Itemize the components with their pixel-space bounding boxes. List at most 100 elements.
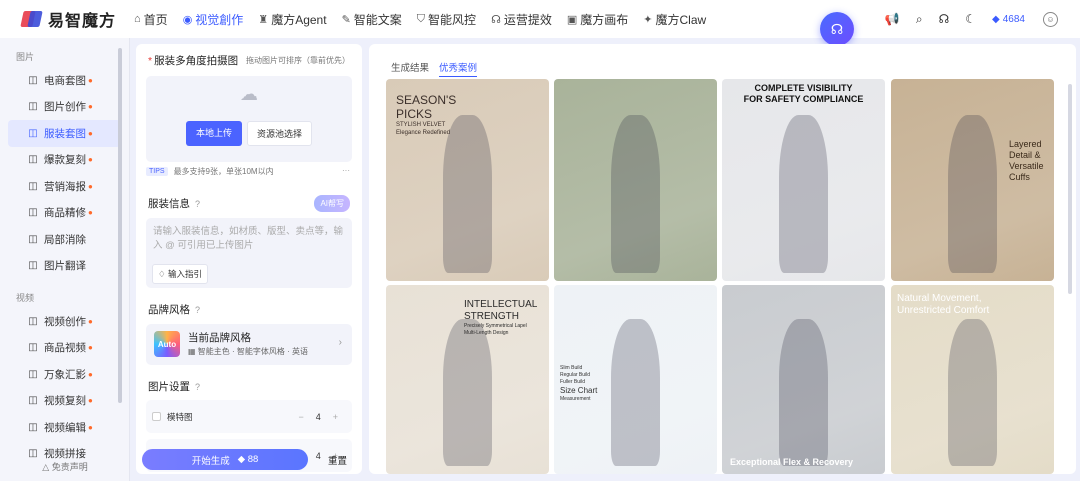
tool-icon: ◫ xyxy=(28,233,38,245)
sidebar-item-image_items-5[interactable]: ◫ 商品精修 ● xyxy=(8,200,121,227)
sidebar-item-video_items-2[interactable]: ◫ 万象汇影 ● xyxy=(8,361,121,388)
sidebar-item-image_items-2[interactable]: ◫ 服装套图 ● xyxy=(8,120,121,147)
more-icon[interactable]: ··· xyxy=(342,166,350,175)
disclaimer-link[interactable]: △ 免责声明 xyxy=(0,460,130,473)
card-text-line: COMPLETE VISIBILITY xyxy=(754,83,853,93)
image-section-label: 图片 xyxy=(16,52,35,62)
flex-recovery-card[interactable]: Exceptional Flex & Recovery xyxy=(722,285,885,474)
reset-button[interactable]: 重置 xyxy=(328,453,347,467)
sidebar-item-image_items-6[interactable]: ◫ 局部消除 xyxy=(8,226,121,253)
sidebar-scrollbar[interactable] xyxy=(118,48,122,403)
nav-item-label: 智能文案 xyxy=(353,12,402,27)
headphones-icon[interactable]: ☊ xyxy=(939,12,950,26)
brand-style-label: 品牌风格? xyxy=(148,304,201,316)
customer-service-button[interactable]: ☊ xyxy=(820,12,854,46)
card-text-line: Exceptional Flex & Recovery xyxy=(730,457,854,467)
headset-icon: ☊ xyxy=(491,13,501,26)
card-text-line: Detail & xyxy=(1009,150,1041,160)
fire-icon: ● xyxy=(88,102,93,112)
sidebar-item-video_items-1[interactable]: ◫ 商品视频 ● xyxy=(8,335,121,362)
nav-item-3[interactable]: ✎ 智能文案 xyxy=(342,11,402,28)
asset-pool-button[interactable]: 资源池选择 xyxy=(247,121,313,146)
nav-item-1[interactable]: ◉ 视觉創作 xyxy=(183,11,244,28)
card-text-line: Natural Movement, xyxy=(897,293,982,304)
card-text-line: Fuller Build xyxy=(560,379,586,385)
tips-badge: TIPS xyxy=(146,167,168,176)
quantity-stepper[interactable]: − 4 + xyxy=(292,400,344,433)
tab-0[interactable]: 生成结果 xyxy=(391,60,429,77)
search-icon[interactable]: ⌕ xyxy=(916,12,923,27)
sidebar-item-label: 视频创作 xyxy=(44,315,86,328)
input-guide-button[interactable]: ♢ 输入指引 xyxy=(152,264,208,284)
nav-item-4[interactable]: ⛉ 智能风控 xyxy=(417,11,476,28)
tool-icon: ◫ xyxy=(28,180,38,192)
card-text-line: Slim Build xyxy=(560,365,583,371)
moon-icon[interactable]: ☾ xyxy=(965,12,976,26)
sidebar-item-label: 营销海报 xyxy=(44,180,86,193)
sidebar-item-label: 商品精修 xyxy=(44,207,86,220)
results-scrollbar[interactable] xyxy=(1068,84,1072,294)
fire-icon: ● xyxy=(88,128,93,138)
sidebar-item-video_items-3[interactable]: ◫ 视频复刻 ● xyxy=(8,388,121,415)
ai-write-button[interactable]: AI帮写 xyxy=(314,195,350,212)
card-text-line: Layered xyxy=(1009,139,1042,149)
video-tools-list: ◫ 视频创作 ● ◫ 商品视频 ● ◫ 万象汇影 ● ◫ 视频复刻 ● ◫ 视频编辑 ● ◫ 视频拼接 xyxy=(0,308,129,467)
card-caption: INTELLECTUAL STRENGTH Precisely Symmetrica… xyxy=(464,299,537,337)
credits-balance[interactable]: ◆ 4684 xyxy=(992,14,1025,25)
tips-row: TIPS 最多支持9张，单张10M以内 ··· xyxy=(146,166,352,177)
polo-size-chart-card[interactable]: Slim Build Regular Build Fuller Build Size … xyxy=(554,285,717,474)
card-caption: Natural Movement, Unrestricted Comfort xyxy=(897,293,989,317)
sidebar-item-image_items-7[interactable]: ◫ 图片翻译 xyxy=(8,253,121,280)
robot-icon: ♜ xyxy=(258,13,269,26)
nav-item-5[interactable]: ☊ 运营提效 xyxy=(491,11,552,28)
card-text-line: Precisely Symmetrical Lapel xyxy=(464,323,527,329)
nav-item-7[interactable]: ✦ 魔方Claw xyxy=(643,11,706,28)
fire-icon: ● xyxy=(88,208,93,218)
tool-icon: ◫ xyxy=(28,368,38,380)
upload-dropzone[interactable]: ☁ 本地上传 资源池选择 xyxy=(146,76,352,162)
generate-button[interactable]: 开始生成 ◆ 88 xyxy=(142,449,308,470)
fire-icon: ● xyxy=(88,369,93,379)
main-nav: ⌂ 首页 ◉ 视觉創作 ♜ 魔方Agent ✎ 智能文案 ⛉ 智能风控 ☊ 运营提效 ▣ 魔方画布 ✦ 魔方C… xyxy=(134,11,721,28)
user-avatar[interactable]: ☺ xyxy=(1043,11,1058,27)
fire-icon: ● xyxy=(88,75,93,85)
help-icon: ? xyxy=(195,304,201,315)
plus-icon[interactable]: + xyxy=(333,412,338,422)
plaid-shirt-card[interactable]: Layered Detail & Versatile Cuffs xyxy=(891,79,1054,281)
card-caption: SEASON'S PICKS STYLISH VELVET Elegance Rede… xyxy=(396,93,456,137)
gem-icon: ◆ xyxy=(992,13,1000,25)
card-text-line: FOR SAFETY COMPLIANCE xyxy=(743,94,864,104)
tab-1[interactable]: 优秀案例 xyxy=(439,60,478,77)
sidebar-item-image_items-4[interactable]: ◫ 营销海报 ● xyxy=(8,173,121,200)
natural-movement-card[interactable]: Natural Movement, Unrestricted Comfort xyxy=(891,285,1054,474)
card-text-line: PICKS xyxy=(396,107,433,121)
seasons-picks-card[interactable]: SEASON'S PICKS STYLISH VELVET Elegance Rede… xyxy=(386,79,549,281)
megaphone-icon[interactable]: 📢 xyxy=(885,12,900,26)
tool-icon: ◫ xyxy=(28,395,38,407)
sidebar-item-image_items-1[interactable]: ◫ 图片创作 ● xyxy=(8,94,121,121)
nav-item-0[interactable]: ⌂ 首页 xyxy=(134,11,168,28)
sidebar-item-image_items-0[interactable]: ◫ 电商套图 ● xyxy=(8,67,121,94)
clothing-info-input[interactable]: 请输入服装信息，如材质、版型、卖点等，输入 @ 可引用已上传图片 ♢ 输入指引 xyxy=(146,218,352,288)
minus-icon[interactable]: − xyxy=(298,412,303,422)
credits-value: 4684 xyxy=(1002,13,1025,25)
sidebar-item-video_items-4[interactable]: ◫ 视频编辑 ● xyxy=(8,414,121,441)
brand-logo[interactable]: 易智魔方 xyxy=(20,7,116,31)
brand-style-selector[interactable]: Auto 当前品牌风格 ▦ 智能主色 · 智能字体风格 · 英语 › xyxy=(146,324,352,365)
sidebar-item-label: 爆款复刻 xyxy=(44,154,86,167)
fire-icon: ● xyxy=(88,343,93,353)
upload-title: * 服装多角度拍摄图 xyxy=(148,55,239,67)
nav-item-6[interactable]: ▣ 魔方画布 xyxy=(567,11,628,28)
top-navigation-bar: 易智魔方 ⌂ 首页 ◉ 视觉創作 ♜ 魔方Agent ✎ 智能文案 ⛉ 智能风控 ☊ 运营提效 ▣ 魔方画… xyxy=(0,0,1080,38)
sidebar-item-video_items-0[interactable]: ◫ 视频创作 ● xyxy=(8,308,121,335)
tool-icon: ◫ xyxy=(28,448,38,460)
card-text-line: Regular Build xyxy=(560,372,591,378)
festival-denim-card[interactable] xyxy=(554,79,717,281)
card-text-line: Multi-Length Design xyxy=(464,330,509,336)
safety-compliance-card[interactable]: COMPLETE VISIBILITY FOR SAFETY COMPLIANCE xyxy=(722,79,885,281)
intellectual-strength-card[interactable]: INTELLECTUAL STRENGTH Precisely Symmetrica… xyxy=(386,285,549,474)
local-upload-button[interactable]: 本地上传 xyxy=(185,121,242,146)
setting-checkbox[interactable] xyxy=(152,412,161,421)
nav-item-2[interactable]: ♜ 魔方Agent xyxy=(258,11,326,28)
sidebar-item-image_items-3[interactable]: ◫ 爆款复刻 ● xyxy=(8,147,121,174)
